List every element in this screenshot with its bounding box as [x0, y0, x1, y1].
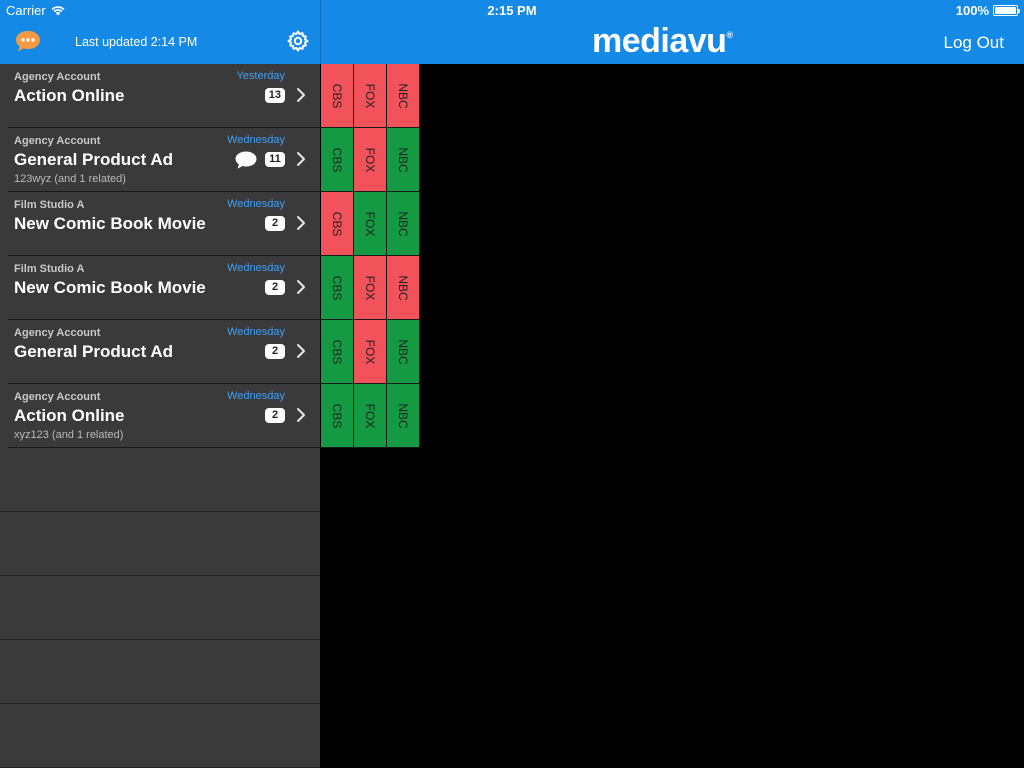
chevron-right-icon — [297, 344, 305, 358]
status-carrier: Carrier — [6, 3, 65, 18]
top-bar: Carrier 2:15 PM 100% Last updated 2:14 P… — [0, 0, 1024, 64]
count-badge: 13 — [264, 88, 285, 103]
network-cell-fox[interactable]: FOX — [354, 192, 387, 256]
network-cell-nbc[interactable]: NBC — [387, 256, 420, 320]
list-item[interactable]: Agency Account General Product Ad Wednes… — [8, 320, 320, 384]
network-label: CBS — [330, 211, 344, 236]
network-label: CBS — [330, 83, 344, 108]
network-cell-fox[interactable]: FOX — [354, 128, 387, 192]
status-time: 2:15 PM — [487, 3, 537, 18]
network-cell-cbs[interactable]: CBS — [321, 128, 354, 192]
account-label: Agency Account — [14, 71, 101, 83]
header-divider — [320, 0, 321, 64]
network-cell-fox[interactable]: FOX — [354, 64, 387, 128]
gear-icon[interactable] — [287, 30, 309, 52]
last-updated-label: Last updated 2:14 PM — [75, 35, 198, 49]
network-cell-nbc[interactable]: NBC — [387, 192, 420, 256]
item-title: New Comic Book Movie — [14, 278, 206, 297]
item-title: Action Online — [14, 406, 125, 425]
chevron-right-icon — [297, 88, 305, 102]
network-label: NBC — [396, 210, 410, 237]
network-label: CBS — [330, 147, 344, 172]
network-label: CBS — [330, 403, 344, 428]
chevron-right-icon — [297, 280, 305, 294]
app-root: Carrier 2:15 PM 100% Last updated 2:14 P… — [0, 0, 1024, 768]
network-cell-fox[interactable]: FOX — [354, 384, 387, 448]
network-label: NBC — [396, 82, 410, 109]
count-badge: 11 — [265, 152, 285, 167]
account-label: Agency Account — [14, 391, 101, 403]
count-badge: 2 — [265, 408, 285, 423]
battery-icon — [993, 5, 1020, 16]
item-title: General Product Ad — [14, 342, 174, 361]
mediavu-logo: mediavu® — [592, 22, 733, 60]
network-label: NBC — [396, 338, 410, 365]
item-day: Wednesday — [227, 134, 285, 146]
logout-button[interactable]: Log Out — [944, 33, 1005, 53]
network-label: FOX — [363, 403, 377, 428]
empty-list-row — [0, 576, 320, 640]
list-item[interactable]: Film Studio A New Comic Book Movie Wedne… — [8, 192, 320, 256]
network-cell-nbc[interactable]: NBC — [387, 384, 420, 448]
network-cell-fox[interactable]: FOX — [354, 320, 387, 384]
message-icon — [235, 151, 257, 169]
network-cell-cbs[interactable]: CBS — [321, 192, 354, 256]
network-cell-cbs[interactable]: CBS — [321, 256, 354, 320]
chat-icon[interactable] — [14, 29, 42, 53]
network-label: CBS — [330, 339, 344, 364]
item-title: Action Online — [14, 86, 125, 105]
empty-list-row — [0, 512, 320, 576]
network-cell-cbs[interactable]: CBS — [321, 320, 354, 384]
network-cell-nbc[interactable]: NBC — [387, 64, 420, 128]
count-badge: 2 — [265, 280, 285, 295]
network-label: FOX — [363, 83, 377, 108]
empty-list-row — [0, 640, 320, 704]
item-title: General Product Ad — [14, 150, 174, 169]
network-cell-fox[interactable]: FOX — [354, 256, 387, 320]
account-label: Agency Account — [14, 327, 101, 339]
registered-mark: ® — [726, 30, 733, 40]
item-day: Wednesday — [227, 198, 285, 210]
campaign-list: Agency Account Action Online Yesterday 1… — [0, 64, 320, 768]
empty-list-row — [0, 704, 320, 768]
list-item[interactable]: Agency Account Action Online Yesterday 1… — [8, 64, 320, 128]
account-label: Film Studio A — [14, 199, 85, 211]
network-cell-cbs[interactable]: CBS — [321, 64, 354, 128]
item-day: Yesterday — [236, 70, 285, 82]
network-label: NBC — [396, 402, 410, 429]
network-label: FOX — [363, 275, 377, 300]
item-subtitle: 123wyz (and 1 related) — [14, 173, 126, 185]
item-subtitle: xyz123 (and 1 related) — [14, 429, 124, 441]
item-day: Wednesday — [227, 390, 285, 402]
network-label: NBC — [396, 274, 410, 301]
list-item[interactable]: Agency Account Action Online xyz123 (and… — [8, 384, 320, 448]
wifi-icon — [51, 6, 65, 16]
network-label: FOX — [363, 147, 377, 172]
account-label: Film Studio A — [14, 263, 85, 275]
network-label: FOX — [363, 211, 377, 236]
chevron-right-icon — [297, 216, 305, 230]
network-label: CBS — [330, 275, 344, 300]
battery-percent: 100% — [955, 3, 989, 18]
network-cell-nbc[interactable]: NBC — [387, 128, 420, 192]
item-day: Wednesday — [227, 262, 285, 274]
network-label: NBC — [396, 146, 410, 173]
count-badge: 2 — [265, 344, 285, 359]
network-label: FOX — [363, 339, 377, 364]
count-badge: 2 — [265, 216, 285, 231]
status-battery: 100% — [955, 3, 1020, 18]
empty-list-row — [0, 448, 320, 512]
network-cell-nbc[interactable]: NBC — [387, 320, 420, 384]
item-day: Wednesday — [227, 326, 285, 338]
carrier-label: Carrier — [6, 3, 46, 18]
chevron-right-icon — [297, 408, 305, 422]
chevron-right-icon — [297, 152, 305, 166]
item-title: New Comic Book Movie — [14, 214, 206, 233]
network-cell-cbs[interactable]: CBS — [321, 384, 354, 448]
account-label: Agency Account — [14, 135, 101, 147]
list-item[interactable]: Film Studio A New Comic Book Movie Wedne… — [8, 256, 320, 320]
list-item[interactable]: Agency Account General Product Ad 123wyz… — [8, 128, 320, 192]
